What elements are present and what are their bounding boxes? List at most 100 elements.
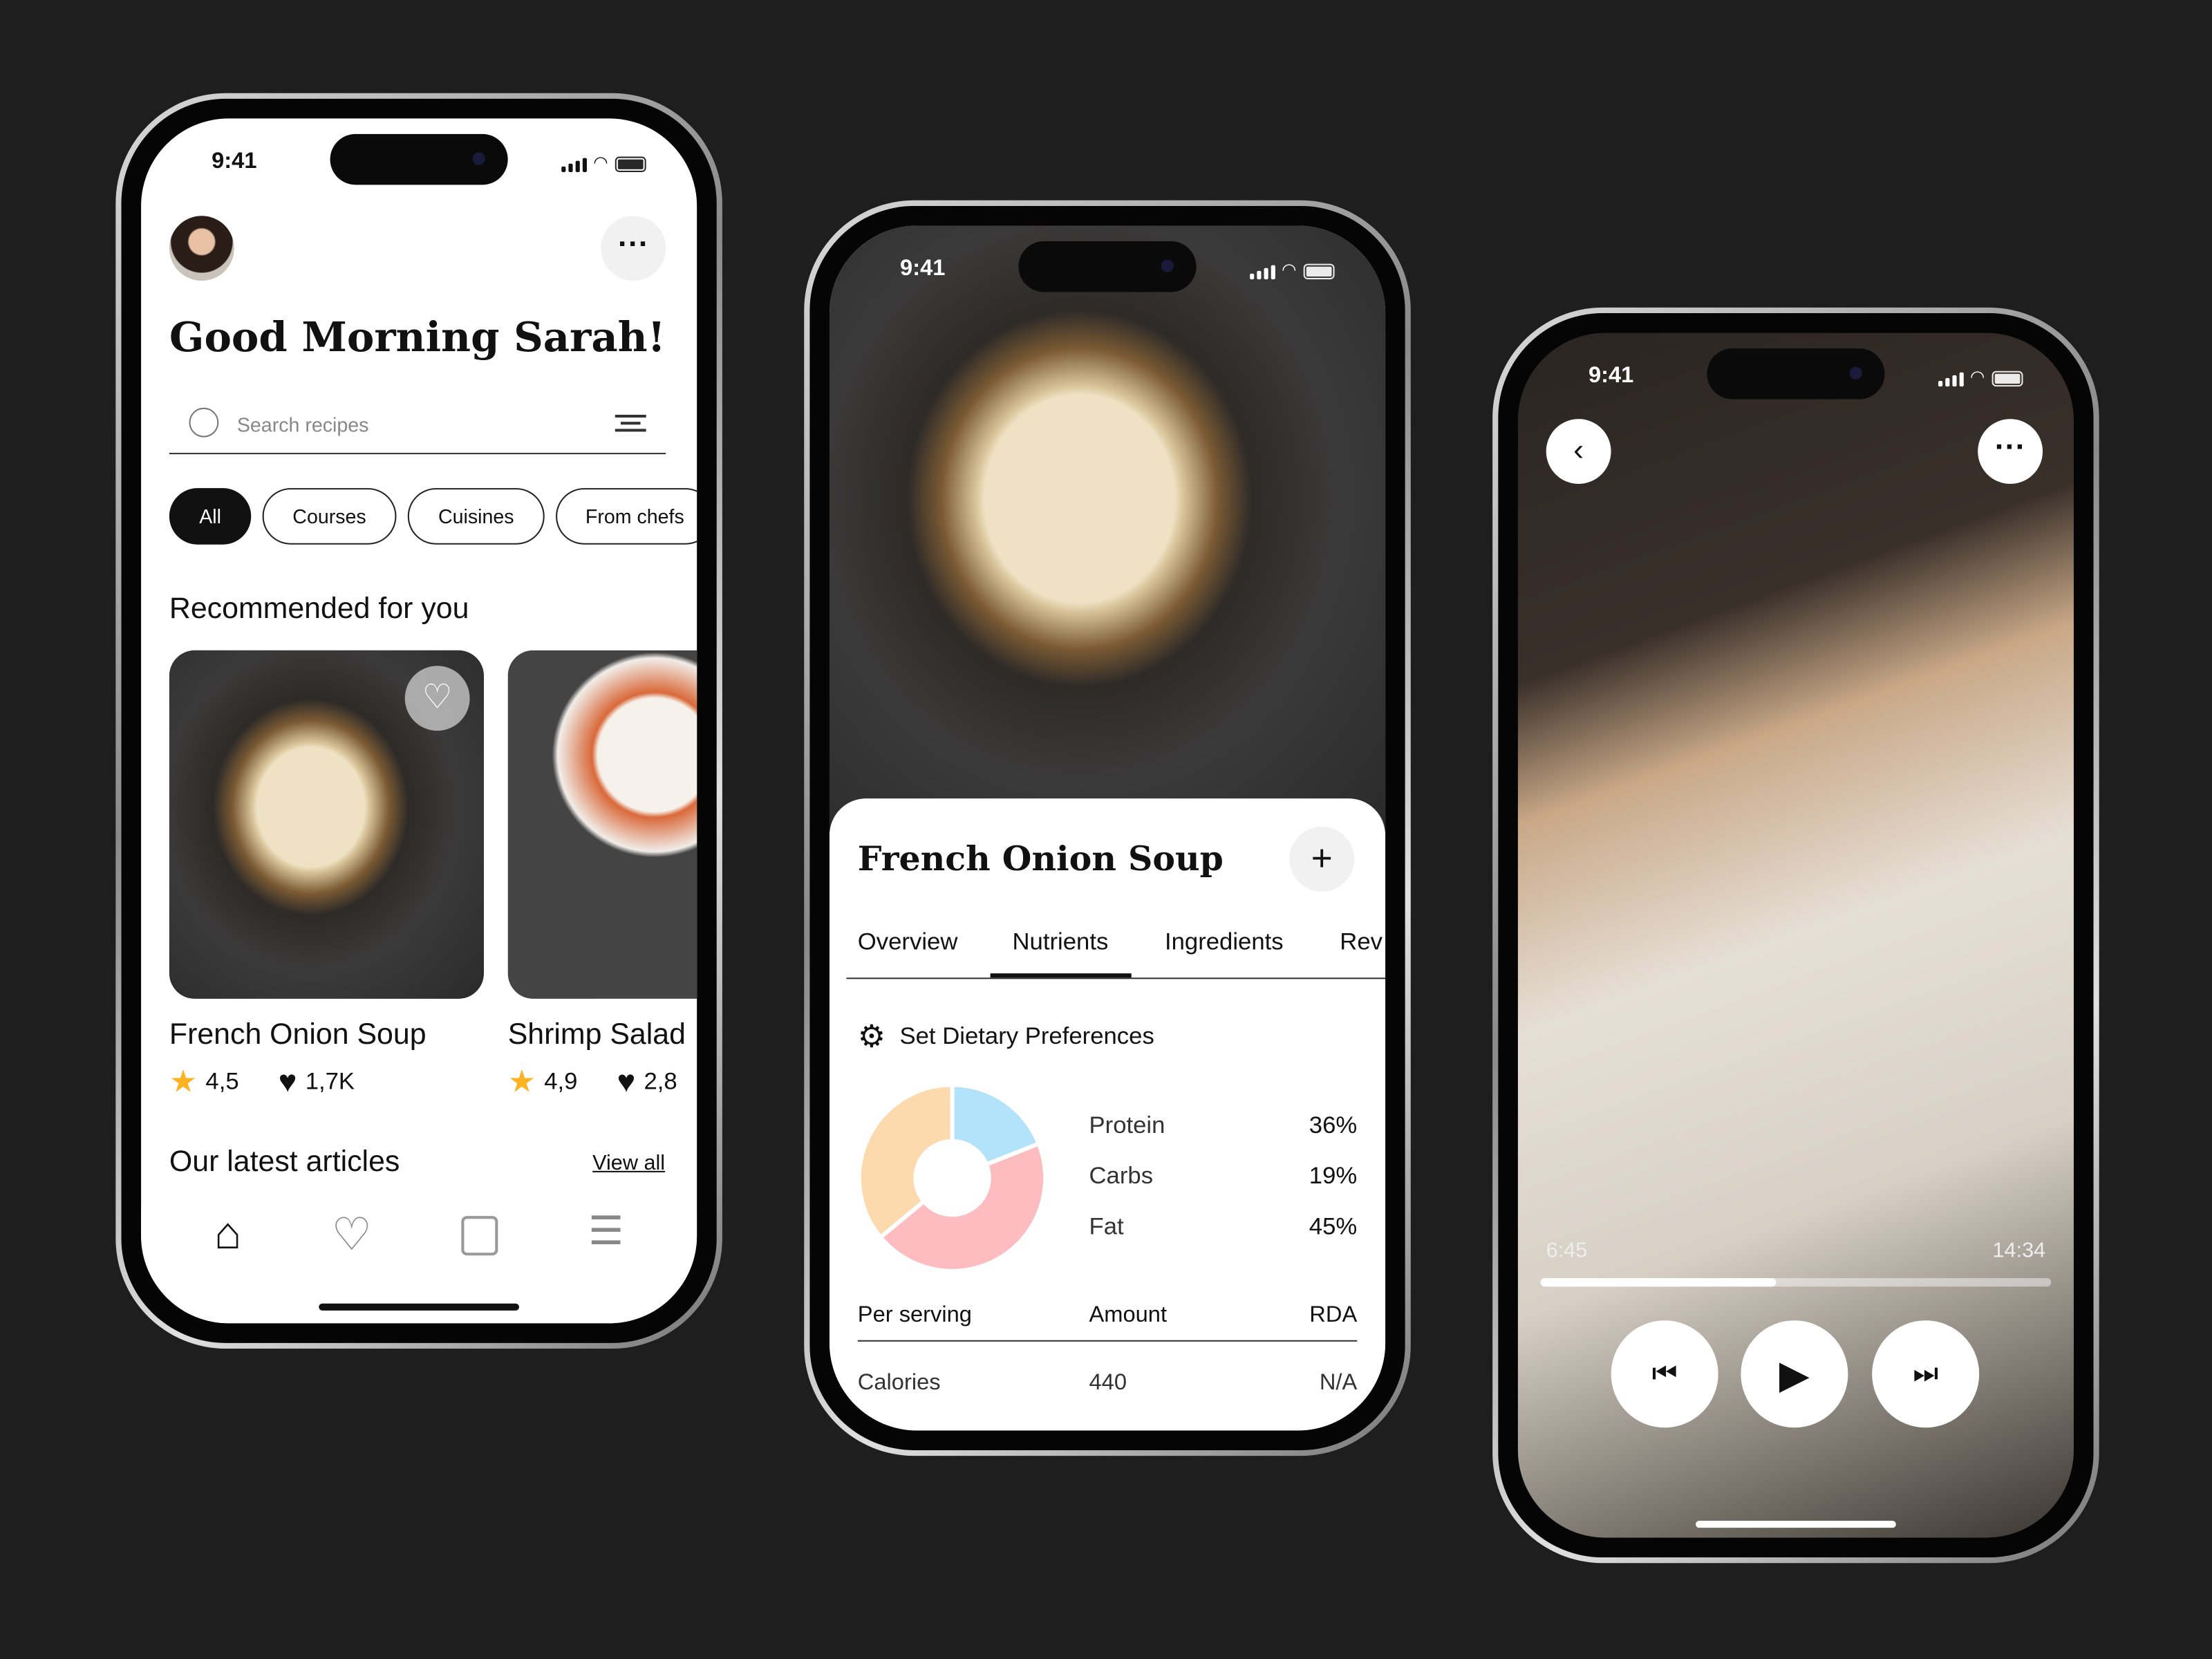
status-time: 9:41 (900, 256, 946, 281)
chip-from-chefs[interactable]: From chefs (556, 488, 697, 545)
wifi-icon: ◠ (1282, 259, 1297, 280)
skip-back-icon: ⏮ (1651, 1358, 1678, 1389)
avatar[interactable] (169, 216, 234, 281)
phone-detail: 9:41 ◠ French Onion Soup + Overview Nutr… (804, 200, 1411, 1456)
home-icon[interactable]: ⌂ (214, 1208, 241, 1323)
battery-icon (615, 156, 646, 172)
list-icon[interactable]: ☰ (588, 1208, 624, 1323)
chip-all[interactable]: All (169, 488, 252, 545)
header-rda: RDA (1309, 1303, 1358, 1328)
cell-rda: N/A (1319, 1371, 1358, 1396)
dynamic-island (1707, 348, 1885, 400)
more-button[interactable]: ··· (1978, 419, 2043, 484)
star-icon: ★ (169, 1063, 198, 1099)
legend-value: 19% (1309, 1162, 1358, 1190)
signal-icon (1938, 372, 1963, 387)
status-icons: ◠ (1938, 367, 2023, 387)
greeting-title: Good Morning Sarah! (169, 313, 666, 362)
gear-icon: ⚙ (857, 1018, 886, 1054)
heart-filled-icon: ♥ (617, 1063, 636, 1099)
plus-icon: + (1311, 836, 1333, 879)
favorite-button[interactable]: ♡ (404, 666, 470, 731)
play-button[interactable]: ▶ (1741, 1320, 1848, 1428)
legend-row-fat: Fat 45% (1089, 1213, 1357, 1264)
dynamic-island (1018, 241, 1197, 292)
home-indicator (319, 1303, 520, 1311)
cell-nutrient: Calories (857, 1371, 941, 1396)
chevron-left-icon: ‹ (1573, 431, 1584, 467)
table-row: Calories 440 N/A (858, 1371, 1357, 1397)
recipe-name[interactable]: French Onion Soup (169, 1018, 427, 1052)
likes: 2,8 (644, 1067, 677, 1095)
status-icons: ◠ (561, 152, 646, 172)
recipe-hero-image (829, 225, 1386, 833)
legend-row-carbs: Carbs 19% (1089, 1163, 1357, 1213)
elapsed-time: 6:45 (1546, 1238, 1588, 1263)
more-button[interactable]: ··· (601, 216, 666, 281)
skip-forward-icon: ⏭ (1913, 1358, 1939, 1389)
status-icons: ◠ (1249, 259, 1335, 280)
next-button[interactable]: ⏭ (1872, 1320, 1980, 1428)
header-per-serving: Per serving (857, 1303, 972, 1328)
heart-filled-icon: ♥ (278, 1063, 297, 1099)
dynamic-island (330, 133, 508, 185)
phone-home: 9:41 ◠ ··· Good Morning Sarah! Search re… (115, 93, 722, 1349)
wifi-icon: ◠ (1970, 366, 1985, 387)
likes: 1,7K (305, 1067, 355, 1095)
star-icon: ★ (507, 1063, 536, 1099)
progress-fill (1540, 1277, 1776, 1287)
tab-nutrients[interactable]: Nutrients (989, 911, 1131, 978)
legend-value: 45% (1309, 1213, 1358, 1240)
legend-label: Protein (1089, 1112, 1165, 1138)
heart-icon: ♡ (422, 678, 453, 717)
signal-icon (1249, 265, 1275, 280)
tab-bar: Overview Nutrients Ingredients Rev (846, 911, 1386, 980)
search-input[interactable]: Search recipes (169, 395, 666, 455)
wifi-icon: ◠ (593, 152, 608, 172)
tab-overview[interactable]: Overview (846, 911, 989, 977)
view-all-link[interactable]: View all (592, 1151, 665, 1175)
search-icon (189, 407, 219, 438)
add-button[interactable]: + (1289, 826, 1355, 892)
recipe-card-image[interactable] (507, 650, 697, 999)
articles-title: Our latest articles (169, 1145, 400, 1179)
legend-row-protein: Protein 36% (1089, 1112, 1357, 1162)
legend-label: Carbs (1089, 1162, 1154, 1190)
detail-sheet: French Onion Soup + Overview Nutrients I… (829, 798, 1386, 1431)
cooking-video[interactable]: 9:41 ◠ ‹ ··· 6:45 14:34 ⏮ ▶ ⏭ (1517, 332, 2074, 1538)
home-indicator (1696, 1520, 1896, 1528)
tab-ingredients[interactable]: Ingredients (1131, 911, 1337, 977)
play-icon: ▶ (1779, 1352, 1810, 1396)
back-button[interactable]: ‹ (1546, 419, 1611, 484)
macro-donut-chart (857, 1083, 1047, 1273)
battery-icon (1303, 263, 1335, 280)
filter-icon[interactable] (615, 414, 646, 432)
legend-label: Fat (1089, 1213, 1124, 1240)
legend-value: 36% (1309, 1112, 1358, 1138)
rating: 4,5 (205, 1067, 239, 1095)
search-placeholder: Search recipes (236, 413, 369, 436)
tab-reviews[interactable]: Rev (1337, 911, 1385, 977)
calendar-icon[interactable] (461, 1216, 499, 1256)
header-amount: Amount (1089, 1303, 1168, 1328)
more-icon: ··· (1994, 429, 2026, 465)
dietary-label: Set Dietary Preferences (899, 1022, 1154, 1050)
more-icon: ··· (617, 225, 649, 261)
recipe-stats: ★ 4,9 ♥ 2,8 (508, 1064, 677, 1100)
recipe-title: French Onion Soup (857, 838, 1224, 879)
previous-button[interactable]: ⏮ (1611, 1320, 1718, 1428)
macro-legend: Protein 36% Carbs 19% Fat 45% (1089, 1112, 1357, 1264)
progress-slider[interactable] (1540, 1277, 2052, 1287)
recommended-title: Recommended for you (169, 592, 469, 626)
chip-cuisines[interactable]: Cuisines (407, 488, 545, 545)
cell-amount: 440 (1089, 1371, 1127, 1396)
dietary-preferences-button[interactable]: ⚙ Set Dietary Preferences (858, 1018, 1154, 1055)
signal-icon (561, 158, 586, 172)
chip-courses[interactable]: Courses (262, 488, 397, 545)
recipe-stats: ★ 4,5 ♥ 1,7K (169, 1064, 355, 1100)
rating: 4,9 (544, 1067, 578, 1095)
status-time: 9:41 (1588, 364, 1634, 388)
recipe-name[interactable]: Shrimp Salad (508, 1018, 686, 1052)
status-time: 9:41 (212, 149, 257, 174)
table-header: Per serving Amount RDA (857, 1303, 1358, 1342)
